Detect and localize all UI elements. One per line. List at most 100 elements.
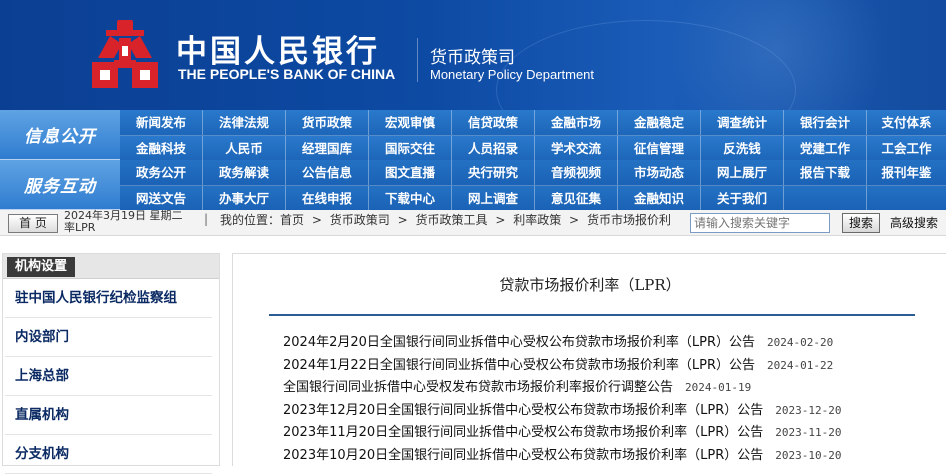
list-item-title[interactable]: 2023年12月20日全国银行间同业拆借中心受权公布贷款市场报价利率（LPR）公… [283,403,763,418]
nav-item[interactable]: 学术交流 [535,136,618,161]
pboc-logo-icon[interactable] [88,18,162,90]
search-input[interactable] [690,213,830,233]
page-title: 贷款市场报价利率（LPR） [499,276,681,294]
nav-item[interactable]: 银行会计 [784,110,867,135]
breadcrumb-separator: > [569,213,580,227]
nav-row: 金融科技 人民币 经理国库 国际交往 人员招录 学术交流 征信管理 反洗钱 党建… [120,135,946,161]
sidebar-item-branches[interactable]: 分支机构 [5,435,212,474]
nav-item[interactable]: 金融知识 [618,186,701,211]
nav-item[interactable]: 网上调查 [452,186,535,211]
list-item-title[interactable]: 2024年2月20日全国银行间同业拆借中心受权公布贷款市场报价利率（LPR）公告 [283,335,755,350]
breadcrumb-item[interactable]: 货币政策司 [330,213,390,227]
nav-item[interactable]: 支付体系 [867,110,946,135]
breadcrumb-item[interactable]: 利率政策 [513,213,561,227]
list-item-title[interactable]: 2024年1月22日全国银行间同业拆借中心受权公布贷款市场报价利率（LPR）公告 [283,358,755,373]
nav-item[interactable]: 市场动态 [618,160,701,185]
sidebar-item-internal-departments[interactable]: 内设部门 [5,318,212,357]
nav-item[interactable]: 央行研究 [452,160,535,185]
nav-item[interactable]: 网上展厅 [701,160,784,185]
breadcrumb-current[interactable]: 货币市场报价利 [587,213,671,227]
nav-item[interactable]: 国际交往 [369,136,452,161]
nav-item[interactable]: 政务解读 [203,160,286,185]
nav-item-empty [784,186,867,211]
list-item[interactable]: 2024年2月20日全国银行间同业拆借中心受权公布贷款市场报价利率（LPR）公告… [283,332,923,355]
advanced-search-link[interactable]: 高级搜索 [890,214,938,231]
main-content: 贷款市场报价利率（LPR） 2024年2月20日全国银行间同业拆借中心受权公布贷… [232,253,946,466]
announcement-list: 2024年2月20日全国银行间同业拆借中心受权公布贷款市场报价利率（LPR）公告… [283,332,923,467]
department-name-cn: 货币政策司 [430,48,515,68]
nav-item[interactable]: 关于我们 [701,186,784,211]
list-item[interactable]: 2023年12月20日全国银行间同业拆借中心受权公布贷款市场报价利率（LPR）公… [283,400,923,423]
list-item-date: 2023-11-20 [775,426,842,439]
bank-name-cn: 中国人民银行 [176,34,380,70]
site-header: 中国人民银行 THE PEOPLE'S BANK OF CHINA 货币政策司 … [0,0,946,110]
nav-item[interactable]: 办事大厅 [203,186,286,211]
nav-item[interactable]: 工会工作 [867,136,946,161]
current-date: 2024年3月19日 星期二 率LPR [64,210,194,234]
nav-item[interactable]: 金融市场 [535,110,618,135]
title-divider [269,314,915,316]
nav-item[interactable]: 报告下载 [784,160,867,185]
nav-item[interactable]: 音频视频 [535,160,618,185]
nav-item[interactable]: 党建工作 [784,136,867,161]
nav-item[interactable]: 报刊年鉴 [867,160,946,185]
bar-separator: | [204,212,209,226]
nav-row: 新闻发布 法律法规 货币政策 宏观审慎 信贷政策 金融市场 金融稳定 调查统计 … [120,110,946,135]
nav-item[interactable]: 金融稳定 [618,110,701,135]
nav-item[interactable]: 货币政策 [286,110,369,135]
nav-section-info-disclosure[interactable]: 信息公开 [0,110,120,160]
header-divider [417,38,418,82]
nav-item[interactable]: 宏观审慎 [369,110,452,135]
sidebar-item-affiliated-institutions[interactable]: 直属机构 [5,396,212,435]
list-item[interactable]: 2024年1月22日全国银行间同业拆借中心受权公布贷款市场报价利率（LPR）公告… [283,355,923,378]
list-item[interactable]: 2023年10月20日全国银行间同业拆借中心受权公布贷款市场报价利率（LPR）公… [283,445,923,468]
nav-item[interactable]: 信贷政策 [452,110,535,135]
nav-section-service-interaction[interactable]: 服务互动 [0,160,120,210]
nav-grid: 新闻发布 法律法规 货币政策 宏观审慎 信贷政策 金融市场 金融稳定 调查统计 … [120,110,946,211]
nav-row: 政务公开 政务解读 公告信息 图文直播 央行研究 音频视频 市场动态 网上展厅 … [120,160,946,185]
breadcrumb: 我的位置：首页 > 货币政策司 > 货币政策工具 > 利率政策 > 货币市场报价… [220,210,690,230]
sidebar-title: 机构设置 [7,257,76,277]
list-item-date: 2023-10-20 [775,448,842,462]
list-item-date: 2024-01-22 [767,358,834,372]
nav-item[interactable]: 下载中心 [369,186,452,211]
nav-item[interactable]: 图文直播 [369,160,452,185]
sidebar-item-shanghai-hq[interactable]: 上海总部 [5,357,212,396]
breadcrumb-separator: > [495,213,506,227]
nav-item[interactable]: 人员招录 [452,136,535,161]
list-item[interactable]: 全国银行间同业拆借中心受权发布贷款市场报价利率报价行调整公告 2024-01-19 [283,377,923,400]
list-item-date: 2024-01-19 [685,381,752,394]
search-button[interactable]: 搜索 [842,213,880,233]
nav-item[interactable]: 新闻发布 [120,110,203,135]
nav-item[interactable]: 公告信息 [286,160,369,185]
nav-item[interactable]: 人民币 [203,136,286,161]
nav-item[interactable]: 金融科技 [120,136,203,161]
nav-item[interactable]: 意见征集 [535,186,618,211]
list-item-title[interactable]: 2023年10月20日全国银行间同业拆借中心受权公布贷款市场报价利率（LPR）公… [283,448,763,463]
list-item-title[interactable]: 全国银行间同业拆借中心受权发布贷款市场报价利率报价行调整公告 [283,380,673,395]
nav-item-empty [867,186,946,211]
nav-item[interactable]: 征信管理 [618,136,701,161]
sidebar-header: 机构设置 [3,254,219,279]
bank-name-en: THE PEOPLE'S BANK OF CHINA [178,66,396,82]
list-item-date: 2024-02-20 [767,336,834,349]
nav-item[interactable]: 政务公开 [120,160,203,185]
breadcrumb-separator: > [397,213,408,227]
home-button[interactable]: 首 页 [8,214,58,233]
list-item-date: 2023-12-20 [775,403,842,417]
nav-item[interactable]: 网送文告 [120,186,203,211]
breadcrumb-location[interactable]: 我的位置：首页 [220,213,304,227]
nav-item[interactable]: 反洗钱 [701,136,784,161]
breadcrumb-separator: > [311,213,322,227]
breadcrumb-item[interactable]: 货币政策工具 [415,213,487,227]
department-name-en: Monetary Policy Department [430,67,595,82]
nav-item[interactable]: 法律法规 [203,110,286,135]
nav-item[interactable]: 调查统计 [701,110,784,135]
sidebar: 机构设置 驻中国人民银行纪检监察组 内设部门 上海总部 直属机构 分支机构 [2,253,220,474]
nav-row: 网送文告 办事大厅 在线申报 下载中心 网上调查 意见征集 金融知识 关于我们 [120,185,946,211]
nav-item[interactable]: 经理国库 [286,136,369,161]
list-item[interactable]: 2023年11月20日全国银行间同业拆借中心受权公布贷款市场报价利率（LPR）公… [283,422,923,445]
nav-item[interactable]: 在线申报 [286,186,369,211]
sidebar-item-discipline-inspection[interactable]: 驻中国人民银行纪检监察组 [5,279,212,318]
list-item-title[interactable]: 2023年11月20日全国银行间同业拆借中心受权公布贷款市场报价利率（LPR）公… [283,425,763,440]
